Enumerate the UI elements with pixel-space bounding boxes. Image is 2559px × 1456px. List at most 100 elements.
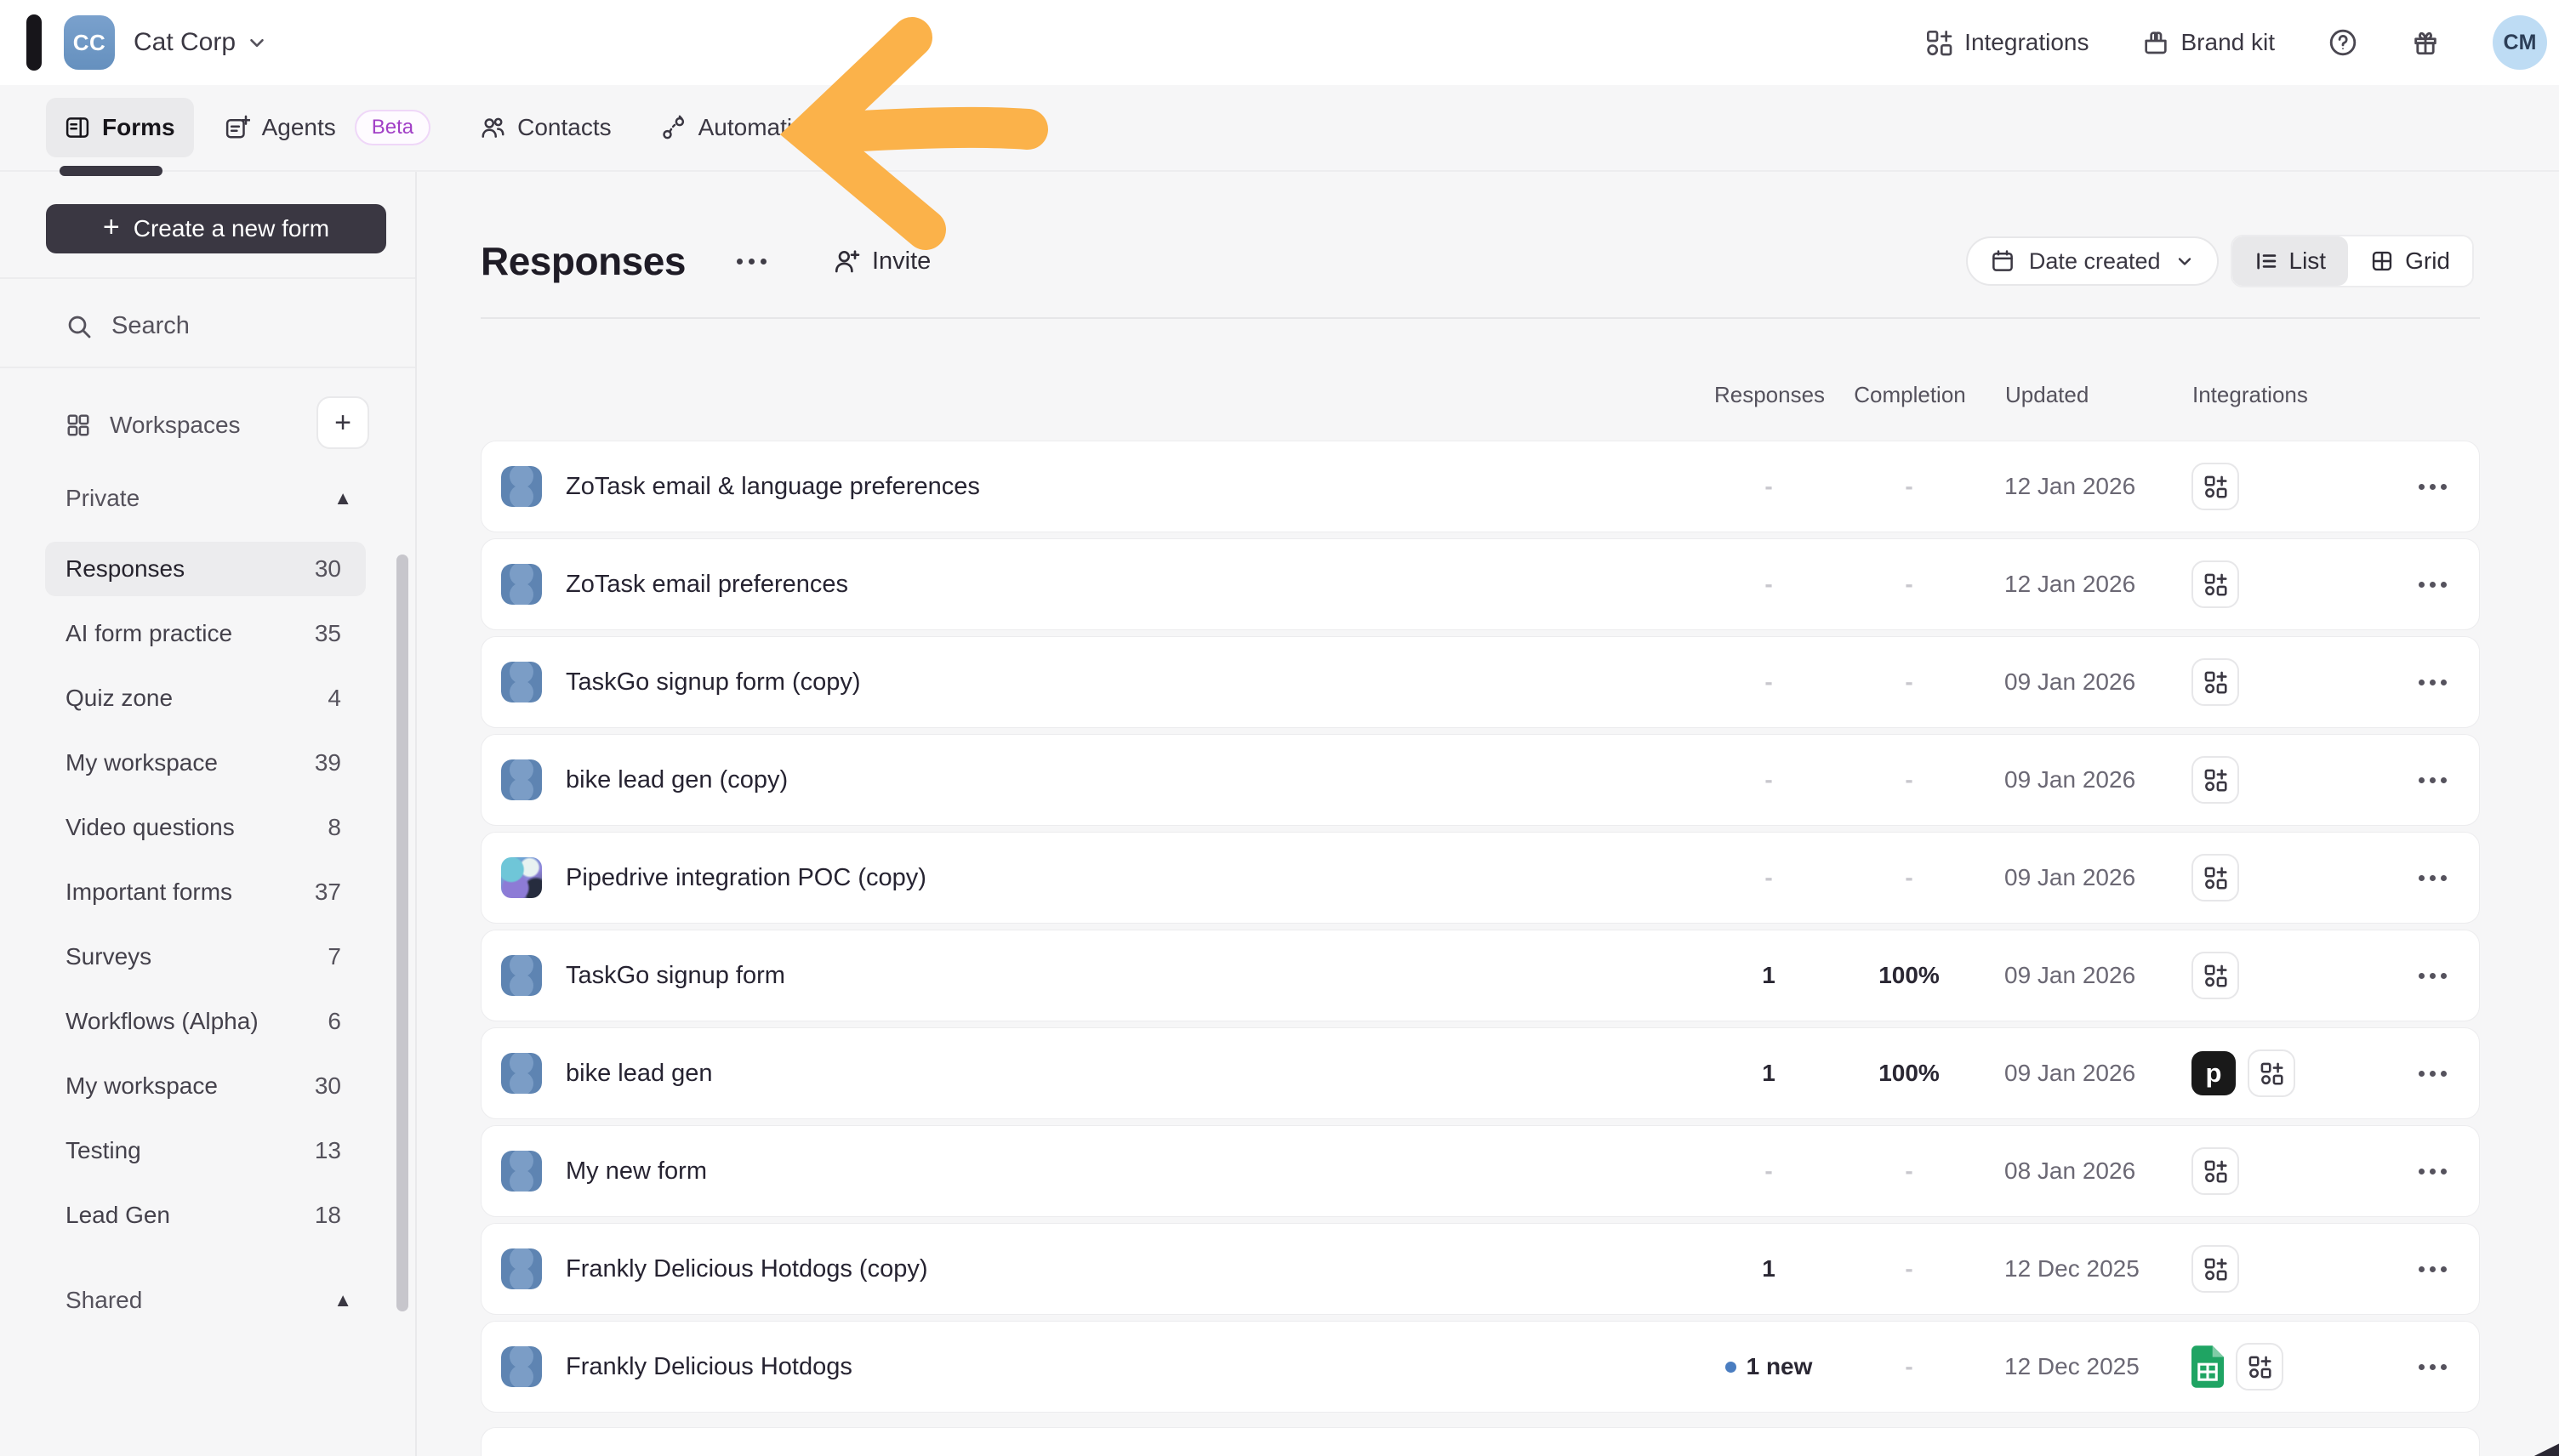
brand-kit-icon [2142, 29, 2169, 56]
workspace-count: 4 [328, 685, 341, 711]
title-row: Responses Invite Date created List Grid [481, 221, 2474, 301]
sidebar: + Create a new form Search Workspaces + … [0, 172, 417, 1456]
chevron-down-icon[interactable] [246, 31, 268, 54]
connect-integration-button[interactable] [2191, 1245, 2239, 1293]
invite-button[interactable]: Invite [833, 247, 931, 276]
app-window: CC Cat Corp Integrations Brand kit CM Fo… [0, 0, 2559, 1456]
sidebar-item-important-forms[interactable]: Important forms 37 [45, 865, 366, 919]
new-responses-dot [1724, 1361, 1736, 1373]
sidebar-item-quiz-zone[interactable]: Quiz zone 4 [45, 671, 366, 725]
sidebar-section-shared[interactable]: Shared ▲ [0, 1266, 415, 1334]
sidebar-item-workflows-alpha[interactable]: Workflows (Alpha) 6 [45, 994, 366, 1049]
connect-integration-button[interactable] [2191, 756, 2239, 804]
view-list-button[interactable]: List [2231, 236, 2349, 286]
table-row-bike-lead-gen[interactable]: bike lead gen 1 100% 09 Jan 2026 p [481, 1027, 2480, 1119]
table-row-taskgo-signup-form-copy[interactable]: TaskGo signup form (copy) - - 09 Jan 2026 [481, 636, 2480, 728]
help-button[interactable] [2328, 27, 2358, 58]
table-row-pipedrive-integration-poc-copy[interactable]: Pipedrive integration POC (copy) - - 09 Jan… [481, 832, 2480, 924]
connect-integration-button[interactable] [2191, 463, 2239, 510]
form-thumbnail-photo [501, 857, 542, 898]
workspaces-grid-icon [66, 412, 91, 438]
plus-icon: + [102, 211, 120, 243]
row-menu-button[interactable] [2418, 581, 2447, 588]
workspace-label: Surveys [66, 943, 152, 970]
updated-cell: 12 Jan 2026 [2004, 473, 2136, 499]
divider [0, 367, 415, 368]
form-title: bike lead gen (copy) [566, 765, 789, 793]
workspace-label: My workspace [66, 749, 218, 776]
table-row-bike-lead-gen-copy[interactable]: bike lead gen (copy) - - 09 Jan 2026 [481, 734, 2480, 826]
connect-integration-button[interactable] [2191, 658, 2239, 706]
gift-button[interactable] [2411, 28, 2440, 57]
integrations-cell [2173, 952, 2385, 999]
chevron-down-icon [2174, 251, 2195, 271]
row-menu-button[interactable] [2418, 972, 2447, 979]
row-menu-button[interactable] [2418, 679, 2447, 685]
view-grid-button[interactable]: Grid [2348, 236, 2472, 286]
updated-cell: 09 Jan 2026 [2004, 668, 2136, 695]
mouse-cursor [2532, 1435, 2559, 1456]
sidebar-item-surveys[interactable]: Surveys 7 [45, 930, 366, 984]
sidebar-item-responses[interactable]: Responses 30 [45, 542, 366, 596]
view-toggle: List Grid [2230, 235, 2474, 287]
sidebar-item-lead-gen[interactable]: Lead Gen 18 [45, 1188, 366, 1243]
user-avatar[interactable]: CM [2493, 15, 2547, 70]
workspace-count: 13 [314, 1137, 341, 1163]
search-input[interactable]: Search [0, 286, 415, 367]
table-row-my-new-form[interactable]: My new form - - 08 Jan 2026 [481, 1125, 2480, 1217]
completion-cell: - [1905, 766, 1913, 793]
connect-integration-button[interactable] [2248, 1049, 2295, 1097]
tab-agents[interactable]: Agents Beta [206, 98, 450, 157]
sidebar-item-my-workspace[interactable]: My workspace 30 [45, 1059, 366, 1113]
org-avatar[interactable]: CC [64, 15, 115, 70]
tab-automations[interactable]: Automations [642, 98, 850, 157]
connect-integration-button[interactable] [2236, 1343, 2283, 1391]
google-sheets-icon[interactable] [2191, 1345, 2224, 1388]
integrations-cell [2173, 1343, 2385, 1391]
connect-integration-button[interactable] [2191, 952, 2239, 999]
row-menu-button[interactable] [2418, 1363, 2447, 1370]
sidebar-item-my-workspace[interactable]: My workspace 39 [45, 736, 366, 790]
table-row-zotask-email-language-preferences[interactable]: ZoTask email & language preferences - - 12 … [481, 441, 2480, 532]
brand-kit-link[interactable]: Brand kit [2142, 29, 2275, 56]
responses-cell: 1 new [1696, 1353, 1841, 1380]
primary-nav: Forms Agents Beta Contacts Automations [0, 85, 2559, 176]
workspace-count: 7 [328, 943, 341, 970]
completion-cell: - [1905, 1353, 1913, 1379]
table-row-frankly-delicious-hotdogs-copy[interactable]: Frankly Delicious Hotdogs (copy) 1 - 12 Dec… [481, 1223, 2480, 1315]
row-menu-button[interactable] [2418, 483, 2447, 490]
sidebar-section-private[interactable]: Private ▲ [0, 464, 415, 532]
table-row-taskgo-signup-form[interactable]: TaskGo signup form 1 100% 09 Jan 2026 [481, 930, 2480, 1021]
sidebar-scrollbar[interactable] [396, 555, 408, 1311]
pipedrive-icon[interactable]: p [2191, 1051, 2236, 1095]
create-form-button[interactable]: + Create a new form [46, 204, 386, 253]
table-row-partial[interactable] [481, 1427, 2480, 1456]
row-menu-button[interactable] [2418, 1265, 2447, 1272]
integrations-grid-icon [1925, 29, 1952, 56]
form-thumbnail [501, 1053, 542, 1094]
sidebar-item-ai-form-practice[interactable]: AI form practice 35 [45, 606, 366, 661]
add-workspace-button[interactable]: + [316, 396, 369, 449]
row-menu-button[interactable] [2418, 1070, 2447, 1077]
row-menu-button[interactable] [2418, 874, 2447, 881]
connect-integration-button[interactable] [2191, 1147, 2239, 1195]
row-menu-button[interactable] [2418, 776, 2447, 783]
sidebar-item-video-questions[interactable]: Video questions 8 [45, 800, 366, 855]
org-name[interactable]: Cat Corp [134, 28, 236, 57]
workspace-options-button[interactable] [736, 258, 767, 264]
app-logo[interactable] [26, 14, 42, 71]
row-menu-button[interactable] [2418, 1168, 2447, 1174]
workspace-label: My workspace [66, 1072, 218, 1099]
sidebar-item-testing[interactable]: Testing 13 [45, 1123, 366, 1178]
integrations-cell [2173, 1245, 2385, 1293]
tab-contacts[interactable]: Contacts [461, 98, 630, 157]
updated-cell: 12 Dec 2025 [2004, 1353, 2140, 1379]
updated-cell: 08 Jan 2026 [2004, 1157, 2136, 1184]
connect-integration-button[interactable] [2191, 854, 2239, 901]
tab-forms[interactable]: Forms [46, 98, 194, 157]
table-row-frankly-delicious-hotdogs[interactable]: Frankly Delicious Hotdogs 1 new - 12 Dec 20… [481, 1321, 2480, 1413]
connect-integration-button[interactable] [2191, 560, 2239, 608]
table-row-zotask-email-preferences[interactable]: ZoTask email preferences - - 12 Jan 2026 [481, 538, 2480, 630]
sort-dropdown[interactable]: Date created [1965, 236, 2219, 286]
integrations-link[interactable]: Integrations [1925, 29, 2089, 56]
